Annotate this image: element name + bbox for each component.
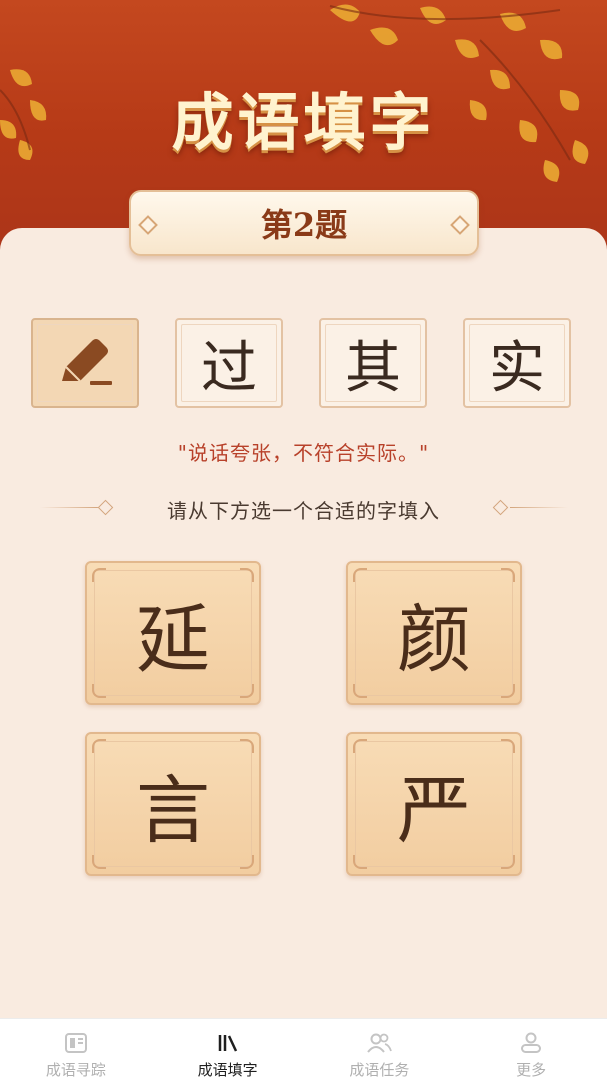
idiom-slot-blank[interactable]	[31, 318, 139, 408]
question-number: 第2题	[260, 206, 348, 244]
idiom-slot-3: 其	[319, 318, 427, 408]
profile-icon	[518, 1031, 544, 1055]
idiom-slot-4: 实	[463, 318, 571, 408]
nav-item-idiom-trace[interactable]: 成语寻踪	[0, 1019, 152, 1080]
option-char: 言	[136, 767, 210, 854]
option-char: 延	[136, 596, 210, 683]
nav-item-idiom-tasks[interactable]: 成语任务	[304, 1019, 456, 1080]
nav-label: 成语填字	[197, 1061, 258, 1079]
pencil-icon	[62, 339, 112, 385]
question-number-banner: 第2题	[129, 190, 479, 256]
users-icon	[366, 1031, 393, 1055]
option-button-3[interactable]: 言	[85, 732, 261, 876]
divider-right	[510, 507, 568, 508]
idiom-char: 实	[489, 335, 545, 401]
bars-icon	[215, 1031, 241, 1055]
nav-label: 成语任务	[349, 1061, 410, 1079]
option-button-1[interactable]: 延	[85, 561, 261, 705]
book-icon	[63, 1031, 89, 1055]
idiom-meaning: "说话夸张，不符合实际。"	[177, 441, 430, 465]
option-button-2[interactable]: 颜	[346, 561, 522, 705]
nav-item-more[interactable]: 更多	[455, 1019, 607, 1080]
hint-text: 请从下方选一个合适的字填入	[167, 499, 440, 523]
app-title: 成语填字	[171, 86, 436, 159]
nav-label: 更多	[516, 1061, 547, 1079]
idiom-char: 过	[201, 335, 257, 401]
bottom-nav: 成语寻踪 成语填字 成语任务 更多	[0, 1018, 607, 1080]
option-char: 颜	[397, 596, 471, 683]
nav-label: 成语寻踪	[45, 1061, 106, 1079]
idiom-char: 其	[345, 335, 401, 401]
option-button-4[interactable]: 严	[346, 732, 522, 876]
option-char: 严	[397, 767, 471, 854]
nav-item-idiom-fill[interactable]: 成语填字	[152, 1019, 304, 1080]
hint-row: 请从下方选一个合适的字填入	[0, 493, 607, 523]
idiom-slot-2: 过	[175, 318, 283, 408]
